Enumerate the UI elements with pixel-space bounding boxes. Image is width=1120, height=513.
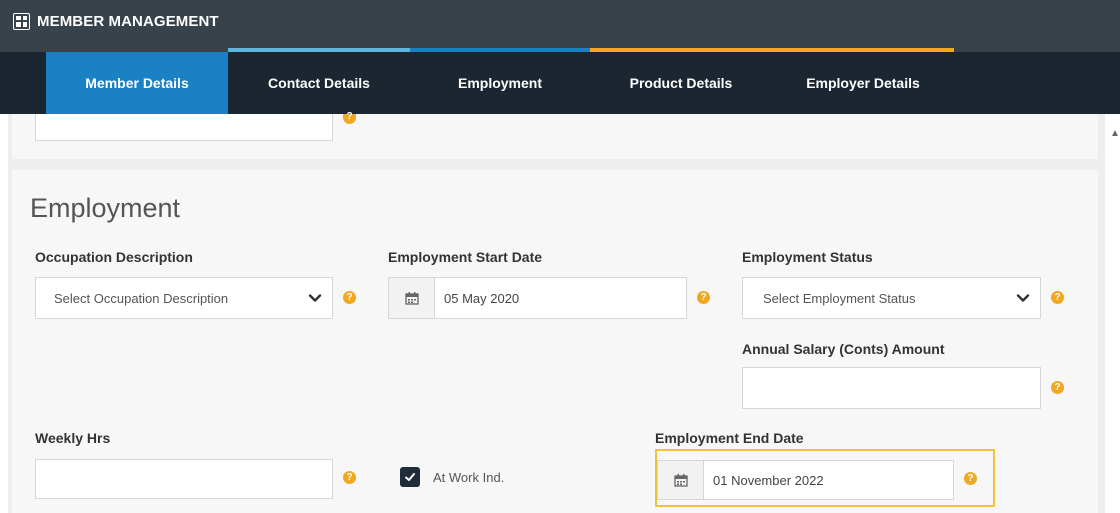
tab-accent-bar xyxy=(772,48,954,52)
app-title: MEMBER MANAGEMENT xyxy=(13,10,219,32)
grid-icon xyxy=(13,12,30,30)
calendar-button[interactable] xyxy=(389,278,435,318)
weekly-hrs-label: Weekly Hrs xyxy=(35,430,111,446)
tab-accent-bar xyxy=(410,48,590,52)
calendar-icon xyxy=(404,291,419,305)
tab-label: Contact Details xyxy=(268,75,370,91)
tab-label: Employer Details xyxy=(806,75,920,91)
question-circle-icon[interactable]: ? xyxy=(1051,381,1064,394)
end-date-input[interactable]: 01 November 2022 xyxy=(657,460,954,500)
calendar-button[interactable] xyxy=(658,461,704,499)
tab-product-details[interactable]: Product Details xyxy=(590,48,772,114)
chevron-down-icon xyxy=(308,294,322,302)
tab-label: Product Details xyxy=(629,75,733,91)
question-circle-icon[interactable]: ? xyxy=(964,472,977,485)
at-work-label: At Work Ind. xyxy=(433,470,505,485)
status-label: Employment Status xyxy=(742,249,873,265)
tab-employment[interactable]: Employment xyxy=(410,48,590,114)
scroll-up-icon[interactable]: ▲ xyxy=(1110,128,1120,139)
end-date-value: 01 November 2022 xyxy=(713,472,824,488)
check-icon xyxy=(405,473,415,481)
status-select-value: Select Employment Status xyxy=(763,290,916,306)
scrollbar[interactable] xyxy=(1105,114,1120,513)
tab-member-details[interactable]: Member Details xyxy=(46,52,228,114)
app-header: MEMBER MANAGEMENT xyxy=(0,0,1120,52)
start-date-label: Employment Start Date xyxy=(388,249,543,265)
start-date-value: 05 May 2020 xyxy=(444,290,520,306)
end-date-label: Employment End Date xyxy=(655,430,804,446)
previous-field-input[interactable] xyxy=(35,114,333,141)
tab-accent-bar xyxy=(590,48,772,52)
status-select[interactable]: Select Employment Status xyxy=(742,277,1041,319)
section-title: Employment xyxy=(30,193,181,223)
start-date-input[interactable]: 05 May 2020 xyxy=(388,277,687,319)
occupation-label: Occupation Description xyxy=(35,249,193,265)
tab-accent-bar xyxy=(228,48,410,52)
chevron-down-icon xyxy=(1016,294,1030,302)
annual-salary-input[interactable] xyxy=(742,367,1041,409)
question-circle-icon[interactable]: ? xyxy=(343,291,356,304)
calendar-icon xyxy=(673,473,688,487)
tab-bar: Member Details Contact Details Employmen… xyxy=(0,48,1120,114)
app-title-text: MEMBER MANAGEMENT xyxy=(37,12,219,30)
question-circle-icon[interactable]: ? xyxy=(697,291,710,304)
tab-contact-details[interactable]: Contact Details xyxy=(228,48,410,114)
weekly-hrs-input[interactable] xyxy=(35,459,333,499)
tab-employer-details[interactable]: Employer Details xyxy=(772,48,954,114)
tab-label: Employment xyxy=(457,75,542,91)
occupation-select[interactable]: Select Occupation Description xyxy=(35,277,333,319)
occupation-select-value: Select Occupation Description xyxy=(54,290,229,306)
annual-salary-label: Annual Salary (Conts) Amount xyxy=(742,341,945,357)
at-work-checkbox[interactable] xyxy=(400,467,420,487)
question-circle-icon[interactable]: ? xyxy=(1051,291,1064,304)
question-circle-icon[interactable]: ? xyxy=(343,471,356,484)
tab-label: Member Details xyxy=(85,75,189,91)
